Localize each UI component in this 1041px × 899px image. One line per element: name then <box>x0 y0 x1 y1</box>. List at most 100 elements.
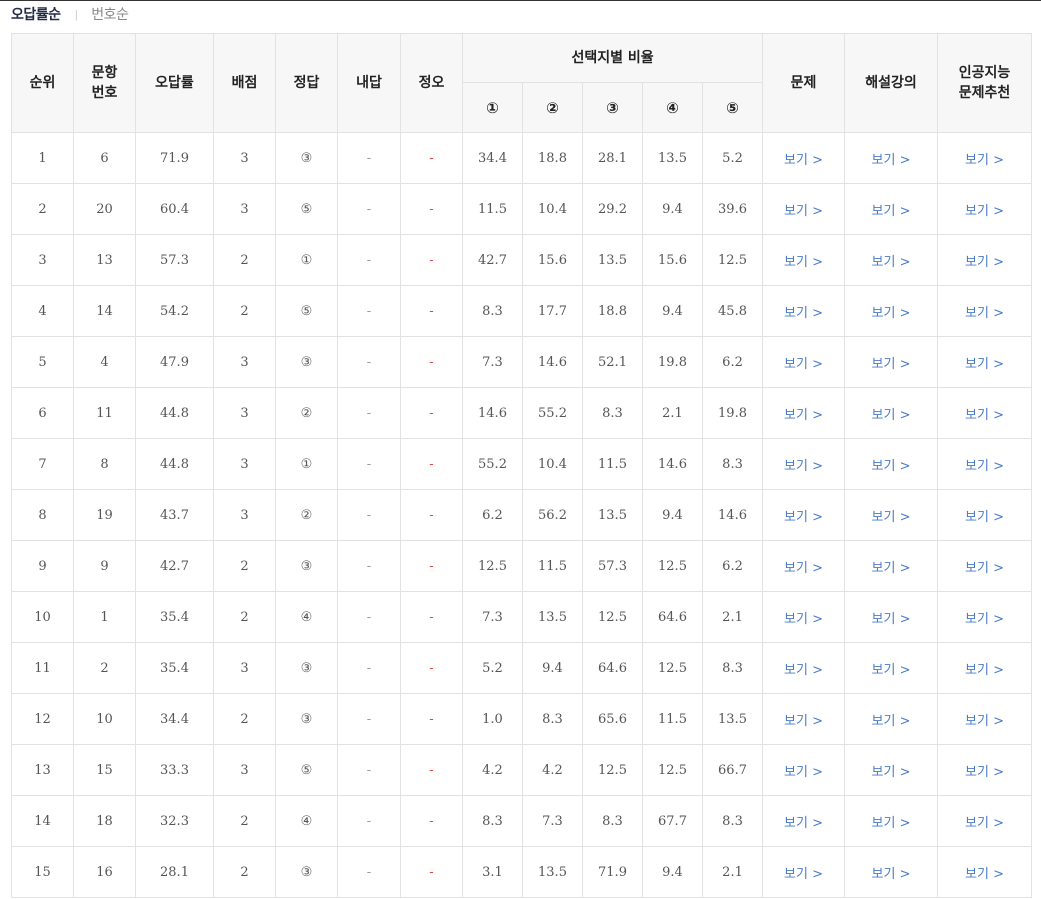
view-ai-recommend-link[interactable]: 보기 > <box>965 816 1004 831</box>
choice-3-ratio-cell: 29.2 <box>582 183 643 235</box>
choice-4-ratio-cell: 2.1 <box>642 387 703 439</box>
view-ai-recommend-link[interactable]: 보기 > <box>965 255 1004 270</box>
view-lecture-link[interactable]: 보기 > <box>872 816 911 831</box>
choice-4-ratio-cell: 64.6 <box>642 591 703 643</box>
view-lecture-link[interactable]: 보기 > <box>872 459 911 474</box>
answer-cell: ② <box>275 489 338 541</box>
view-problem-link[interactable]: 보기 > <box>784 357 823 372</box>
rank-cell: 12 <box>11 693 74 745</box>
view-problem-link[interactable]: 보기 > <box>784 153 823 168</box>
view-problem-link[interactable]: 보기 > <box>784 714 823 729</box>
view-problem-link[interactable]: 보기 > <box>784 459 823 474</box>
sort-tab-separator: | <box>74 8 79 21</box>
view-ai-recommend-link[interactable]: 보기 > <box>965 306 1004 321</box>
rank-cell: 5 <box>11 336 74 388</box>
view-ai-recommend-cell: 보기 > <box>937 540 1033 592</box>
choice-4-ratio-cell: 9.4 <box>642 846 703 898</box>
question-number-cell: 11 <box>73 387 136 439</box>
view-lecture-link[interactable]: 보기 > <box>872 561 911 576</box>
answer-cell: ③ <box>275 642 338 694</box>
view-ai-recommend-link[interactable]: 보기 > <box>965 663 1004 678</box>
view-problem-link[interactable]: 보기 > <box>784 255 823 270</box>
view-ai-recommend-link[interactable]: 보기 > <box>965 459 1004 474</box>
view-lecture-cell: 보기 > <box>844 795 939 847</box>
view-lecture-link[interactable]: 보기 > <box>872 204 911 219</box>
view-ai-recommend-cell: 보기 > <box>937 285 1033 337</box>
view-ai-recommend-link[interactable]: 보기 > <box>965 561 1004 576</box>
points-cell: 3 <box>213 336 276 388</box>
header-question-number: 문항 번호 <box>73 33 136 133</box>
sort-tab-number[interactable]: 번호순 <box>91 5 129 25</box>
my-answer-cell: - <box>337 795 401 847</box>
view-problem-link[interactable]: 보기 > <box>784 612 823 627</box>
table-row: 15 16 28.1 2 ③ - -3.1 13.5 71.9 9.4 2.1 보기 > 보기 > 보기 … <box>11 846 1033 898</box>
choice-2-ratio-cell: 15.6 <box>522 234 583 286</box>
view-lecture-cell: 보기 > <box>844 234 939 286</box>
view-problem-cell: 보기 > <box>762 336 846 388</box>
rank-cell: 8 <box>11 489 74 541</box>
view-lecture-link[interactable]: 보기 > <box>872 153 911 168</box>
header-choice-4: ④ <box>642 82 703 133</box>
view-lecture-cell: 보기 > <box>844 336 939 388</box>
sort-tab-wrong-rate[interactable]: 오답률순 <box>11 5 61 25</box>
view-problem-link[interactable]: 보기 > <box>784 561 823 576</box>
view-problem-cell: 보기 > <box>762 591 846 643</box>
view-lecture-link[interactable]: 보기 > <box>872 510 911 525</box>
view-problem-link[interactable]: 보기 > <box>784 408 823 423</box>
wrong-rate-cell: 28.1 <box>135 846 214 898</box>
view-lecture-link[interactable]: 보기 > <box>872 306 911 321</box>
choice-4-ratio-cell: 12.5 <box>642 744 703 796</box>
view-lecture-link[interactable]: 보기 > <box>872 765 911 780</box>
view-lecture-link[interactable]: 보기 > <box>872 357 911 372</box>
view-ai-recommend-link[interactable]: 보기 > <box>965 204 1004 219</box>
wrong-rate-cell: 44.8 <box>135 438 214 490</box>
points-cell: 3 <box>213 642 276 694</box>
choice-4-ratio-cell: 15.6 <box>642 234 703 286</box>
view-ai-recommend-link[interactable]: 보기 > <box>965 867 1004 882</box>
choice-3-ratio-cell: 65.6 <box>582 693 643 745</box>
view-problem-link[interactable]: 보기 > <box>784 816 823 831</box>
view-problem-link[interactable]: 보기 > <box>784 510 823 525</box>
choice-5-ratio-cell: 6.2 <box>701 540 764 592</box>
answer-cell: ① <box>275 234 338 286</box>
wrong-rate-cell: 47.9 <box>135 336 214 388</box>
view-lecture-link[interactable]: 보기 > <box>872 255 911 270</box>
points-cell: 3 <box>213 744 276 796</box>
view-problem-link[interactable]: 보기 > <box>784 306 823 321</box>
choice-1-ratio-cell: 7.3 <box>462 591 523 643</box>
view-ai-recommend-link[interactable]: 보기 > <box>965 612 1004 627</box>
table-row: 4 14 54.2 2 ⑤ - -8.3 17.7 18.8 9.4 45.8 보기 > 보기 > 보기 … <box>11 285 1033 337</box>
choice-1-ratio-cell: 11.5 <box>462 183 523 235</box>
view-lecture-cell: 보기 > <box>844 642 939 694</box>
question-number-cell: 18 <box>73 795 136 847</box>
view-problem-link[interactable]: 보기 > <box>784 663 823 678</box>
view-lecture-link[interactable]: 보기 > <box>872 612 911 627</box>
view-ai-recommend-cell: 보기 > <box>937 336 1033 388</box>
view-ai-recommend-link[interactable]: 보기 > <box>965 408 1004 423</box>
answer-cell: ③ <box>275 336 338 388</box>
correctness-cell: - <box>400 489 463 541</box>
view-ai-recommend-cell: 보기 > <box>937 387 1033 439</box>
view-ai-recommend-link[interactable]: 보기 > <box>965 714 1004 729</box>
view-ai-recommend-link[interactable]: 보기 > <box>965 357 1004 372</box>
table-row: 10 1 35.4 2 ④ - -7.3 13.5 12.5 64.6 2.1 보기 > 보기 > 보기 … <box>11 591 1033 643</box>
wrong-rate-cell: 35.4 <box>135 642 214 694</box>
choice-3-ratio-cell: 13.5 <box>582 234 643 286</box>
view-ai-recommend-link[interactable]: 보기 > <box>965 153 1004 168</box>
view-lecture-link[interactable]: 보기 > <box>872 867 911 882</box>
choice-4-ratio-cell: 67.7 <box>642 795 703 847</box>
view-ai-recommend-link[interactable]: 보기 > <box>965 510 1004 525</box>
view-lecture-link[interactable]: 보기 > <box>872 663 911 678</box>
view-ai-recommend-link[interactable]: 보기 > <box>965 765 1004 780</box>
view-problem-link[interactable]: 보기 > <box>784 765 823 780</box>
view-lecture-link[interactable]: 보기 > <box>872 408 911 423</box>
choice-1-ratio-cell: 6.2 <box>462 489 523 541</box>
view-problem-link[interactable]: 보기 > <box>784 204 823 219</box>
choice-2-ratio-cell: 7.3 <box>522 795 583 847</box>
points-cell: 2 <box>213 591 276 643</box>
choice-2-ratio-cell: 11.5 <box>522 540 583 592</box>
view-lecture-link[interactable]: 보기 > <box>872 714 911 729</box>
choice-3-ratio-cell: 8.3 <box>582 387 643 439</box>
choice-3-ratio-cell: 52.1 <box>582 336 643 388</box>
view-problem-link[interactable]: 보기 > <box>784 867 823 882</box>
